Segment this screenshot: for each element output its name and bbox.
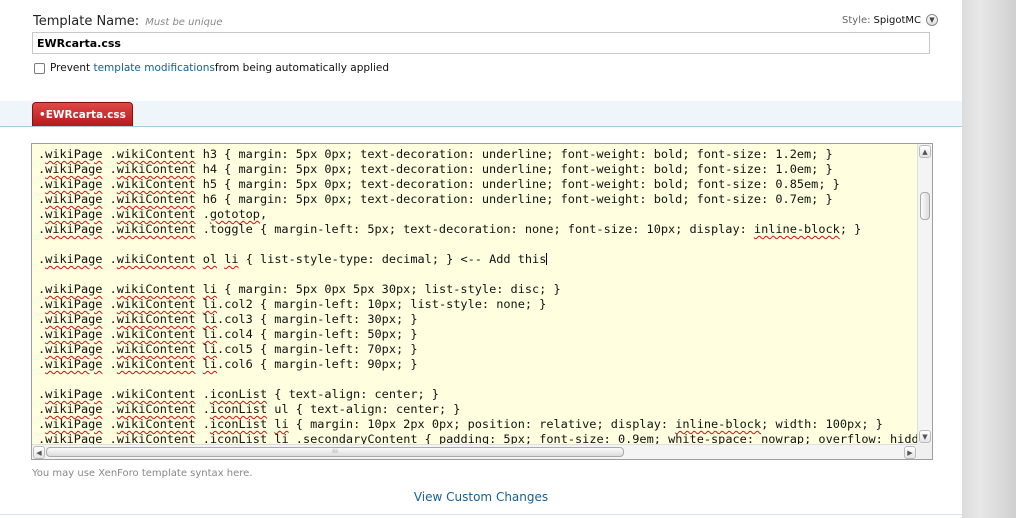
text-caret [546,253,548,265]
code-line: .wikiPage .wikiContent h6 { margin: 5px … [38,192,833,206]
divider [0,514,962,515]
template-name-input[interactable] [32,32,930,54]
code-editor[interactable]: .wikiPage .wikiContent h3 { margin: 5px … [31,143,933,460]
style-value[interactable]: SpigotMC [874,15,921,26]
code-line: .wikiPage .wikiContent h4 { margin: 5px … [38,162,833,176]
code-line: .wikiPage .wikiContent h5 { margin: 5px … [38,177,840,191]
code-line: .wikiPage .wikiContent li.col4 { margin-… [38,327,418,341]
tab-label: EWRcarta.css [45,109,126,121]
resize-grip[interactable] [917,444,932,459]
code-line: .wikiPage .wikiContent li.col3 { margin-… [38,312,418,326]
code-line: .wikiPage .wikiContent .toggle { margin-… [38,222,862,236]
horizontal-scroll-thumb[interactable]: ⁞⁞⁞ [46,447,624,457]
view-custom-changes-label[interactable]: View Custom Changes [414,490,548,504]
chevron-down-icon[interactable]: ▼ [926,14,938,26]
tab-ewrcarta-css[interactable]: •EWRcarta.css [32,102,133,126]
syntax-hint: You may use XenForo template syntax here… [32,468,253,479]
arrow-up-icon[interactable]: ▲ [919,145,931,158]
template-name-label: Template Name: Must be unique [33,14,222,29]
code-line: .wikiPage .wikiContent li.col2 { margin-… [38,297,547,311]
template-name-label-text: Template Name: [33,14,140,29]
template-modifications-link[interactable]: template modifications [93,62,214,74]
code-line: .wikiPage .wikiContent li { margin: 5px … [38,282,561,296]
arrow-left-icon[interactable]: ◀ [33,446,45,459]
code-text[interactable]: .wikiPage .wikiContent h3 { margin: 5px … [38,147,932,447]
style-label: Style: [842,14,871,26]
code-line: .wikiPage .wikiContent .gototop, [38,207,268,221]
vertical-scroll-thumb[interactable] [920,192,930,220]
page-gutter [962,0,1016,518]
file-tab-bar [0,101,962,127]
prevent-modifications-row: Prevent template modifications from bein… [34,62,389,74]
code-line: .wikiPage .wikiContent ol li { list-styl… [38,252,548,266]
code-line: .wikiPage .wikiContent li.col6 { margin-… [38,357,418,371]
code-line: .wikiPage .wikiContent .iconList ul { te… [38,402,461,416]
code-line: .wikiPage .wikiContent h3 { margin: 5px … [38,147,833,161]
prevent-modifications-checkbox[interactable] [34,62,45,74]
view-custom-changes-link[interactable]: View Custom Changes [0,490,962,504]
code-line: .wikiPage .wikiContent li.col5 { margin-… [38,342,418,356]
prevent-text-before: Prevent [50,62,91,74]
template-name-hint: Must be unique [145,17,223,28]
template-editor-panel: Template Name: Must be unique Style: Spig… [0,0,962,518]
code-line: .wikiPage .wikiContent .iconList { text-… [38,387,439,401]
prevent-text-after: from being automatically applied [214,62,389,74]
style-selector[interactable]: Style: SpigotMC ▼ [842,14,938,26]
horizontal-scrollbar[interactable]: ◀ ⁞⁞⁞ ▶ [32,444,917,459]
arrow-down-icon[interactable]: ▼ [919,430,931,443]
arrow-right-icon[interactable]: ▶ [904,446,916,459]
code-line: .wikiPage .wikiContent .iconList li { ma… [38,417,883,431]
vertical-scrollbar[interactable]: ▲ ▼ [917,144,932,444]
